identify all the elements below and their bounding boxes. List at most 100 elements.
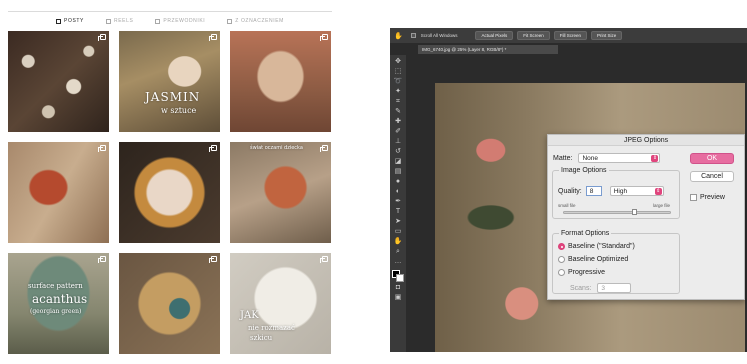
- pen-tool-icon[interactable]: ✒: [393, 198, 403, 206]
- screen-mode-icon[interactable]: ▣: [393, 294, 403, 302]
- post-caption: acanthus: [32, 292, 88, 306]
- quick-mask-icon[interactable]: ◘: [393, 284, 403, 292]
- tagged-icon: [227, 18, 233, 24]
- quality-preset-value: High: [613, 188, 628, 195]
- lasso-tool-icon[interactable]: ➰: [393, 78, 403, 86]
- post-caption: (georgian green): [30, 308, 82, 315]
- tab-posts[interactable]: POSTY: [56, 16, 84, 26]
- history-brush-icon[interactable]: ↺: [393, 148, 403, 156]
- post-tile[interactable]: surface pattern acanthus (georgian green…: [8, 253, 109, 354]
- toolbar: ✥ ⬚ ➰ ✦ ⌗ ✎ ✚ ✐ ⊥ ↺ ◪ ▤ ● ◐ ✒ T ➤ ▭ ✋ ⌕ …: [390, 55, 406, 352]
- fit-screen-button[interactable]: Fit Screen: [517, 31, 550, 40]
- radio-button[interactable]: [558, 256, 565, 263]
- gradient-icon[interactable]: ▤: [393, 168, 403, 176]
- screenshot: POSTY REELS PRZEWODNIKI Z OZNACZENIEM JA…: [0, 0, 747, 364]
- post-tile[interactable]: [119, 142, 220, 243]
- carousel-icon: [209, 256, 217, 263]
- dodge-tool-icon[interactable]: ◐: [393, 188, 403, 196]
- path-select-icon[interactable]: ➤: [393, 218, 403, 226]
- hand-tool-icon[interactable]: ✋: [393, 238, 403, 246]
- stamp-tool-icon[interactable]: ⊥: [393, 138, 403, 146]
- quality-input[interactable]: 8: [585, 186, 602, 196]
- post-caption: świat oczami dziecka: [250, 145, 303, 151]
- carousel-icon: [320, 34, 328, 41]
- tab-tagged[interactable]: Z OZNACZENIEM: [227, 16, 284, 26]
- matte-label: Matte:: [553, 154, 573, 162]
- healing-brush-icon[interactable]: ✚: [393, 118, 403, 126]
- shape-tool-icon[interactable]: ▭: [393, 228, 403, 236]
- tab-reels[interactable]: REELS: [106, 16, 133, 26]
- fill-screen-button[interactable]: Fill Screen: [553, 31, 588, 40]
- profile-tabs: POSTY REELS PRZEWODNIKI Z OZNACZENIEM: [8, 16, 332, 26]
- preview-row[interactable]: Preview: [690, 194, 725, 201]
- tab-guides[interactable]: PRZEWODNIKI: [155, 16, 205, 26]
- format-option[interactable]: Baseline Optimized: [558, 256, 628, 263]
- format-label: Progressive: [568, 269, 605, 276]
- quality-slider[interactable]: [563, 209, 671, 215]
- scans-label: Scans:: [570, 284, 592, 292]
- format-label: Baseline ("Standard"): [568, 243, 635, 250]
- type-tool-icon[interactable]: T: [393, 208, 403, 216]
- grid-icon: [56, 18, 62, 24]
- reels-icon: [106, 18, 111, 24]
- cancel-button[interactable]: Cancel: [690, 171, 734, 182]
- post-tile[interactable]: JAK nie rozmazać szkicu: [230, 253, 331, 354]
- radio-button[interactable]: [558, 243, 565, 250]
- crop-tool-icon[interactable]: ⌗: [393, 98, 403, 106]
- radio-button[interactable]: [558, 269, 565, 276]
- move-tool-icon[interactable]: ✥: [393, 58, 403, 66]
- format-option[interactable]: Baseline ("Standard"): [558, 243, 635, 250]
- post-tile[interactable]: [230, 31, 331, 132]
- brush-tool-icon[interactable]: ✐: [393, 128, 403, 136]
- quality-preset-select[interactable]: High ⇕: [609, 186, 664, 196]
- carousel-icon: [209, 145, 217, 152]
- marquee-tool-icon[interactable]: ⬚: [393, 68, 403, 76]
- print-size-button[interactable]: Print Size: [591, 31, 623, 40]
- matte-select[interactable]: None ⇕: [578, 153, 661, 163]
- dialog-title: JPEG Options: [548, 135, 744, 146]
- matte-value: None: [582, 155, 598, 162]
- post-tile[interactable]: świat oczami dziecka: [230, 142, 331, 243]
- posts-grid: JASMIN w sztuce świat oczami dziecka sur…: [8, 31, 331, 354]
- magic-wand-icon[interactable]: ✦: [393, 88, 403, 96]
- actual-pixels-button[interactable]: Actual Pixels: [475, 31, 514, 40]
- post-caption: szkicu: [250, 334, 273, 342]
- post-tile[interactable]: [8, 31, 109, 132]
- zoom-tool-icon[interactable]: ⌕: [393, 248, 403, 256]
- format-label: Baseline Optimized: [568, 256, 629, 263]
- color-swatches[interactable]: [392, 270, 404, 282]
- more-tools-icon[interactable]: …: [393, 258, 403, 266]
- chevron-icon: ⇕: [654, 188, 662, 195]
- preview-checkbox[interactable]: [690, 194, 697, 201]
- format-options-legend: Format Options: [561, 230, 610, 237]
- carousel-icon: [98, 145, 106, 152]
- instagram-profile: POSTY REELS PRZEWODNIKI Z OZNACZENIEM JA…: [0, 0, 340, 364]
- tab-label: Z OZNACZENIEM: [235, 18, 284, 24]
- post-tile[interactable]: JASMIN w sztuce: [119, 31, 220, 132]
- blur-tool-icon[interactable]: ●: [393, 178, 403, 186]
- scans-select: 3: [597, 283, 632, 293]
- post-tile[interactable]: [8, 142, 109, 243]
- quality-row: Quality: 8 High ⇕: [558, 186, 664, 196]
- ok-button[interactable]: OK: [690, 153, 734, 164]
- post-caption: surface pattern: [28, 282, 83, 290]
- eyedropper-icon[interactable]: ✎: [393, 108, 403, 116]
- carousel-icon: [320, 145, 328, 152]
- eraser-icon[interactable]: ◪: [393, 158, 403, 166]
- scroll-all-checkbox[interactable]: [410, 33, 416, 38]
- format-option[interactable]: Progressive: [558, 269, 605, 276]
- post-tile[interactable]: [119, 253, 220, 354]
- hand-tool-icon: ✋: [394, 32, 403, 40]
- large-file-label: large file: [653, 203, 671, 208]
- chevron-icon: ⇕: [651, 155, 659, 162]
- carousel-icon: [320, 256, 328, 263]
- scans-value: 3: [601, 285, 606, 292]
- background-color[interactable]: [396, 274, 404, 282]
- jpeg-options-dialog: JPEG Options Matte: None ⇕ Image Options …: [547, 134, 745, 300]
- preview-label: Preview: [700, 194, 725, 201]
- divider: [8, 11, 332, 12]
- document-tab[interactable]: IMG_6740.jpg @ 25% (Layer 8, RGB/8*) *: [418, 45, 558, 54]
- slider-thumb[interactable]: [631, 209, 637, 215]
- carousel-icon: [98, 256, 106, 263]
- post-caption: JASMIN: [145, 90, 201, 104]
